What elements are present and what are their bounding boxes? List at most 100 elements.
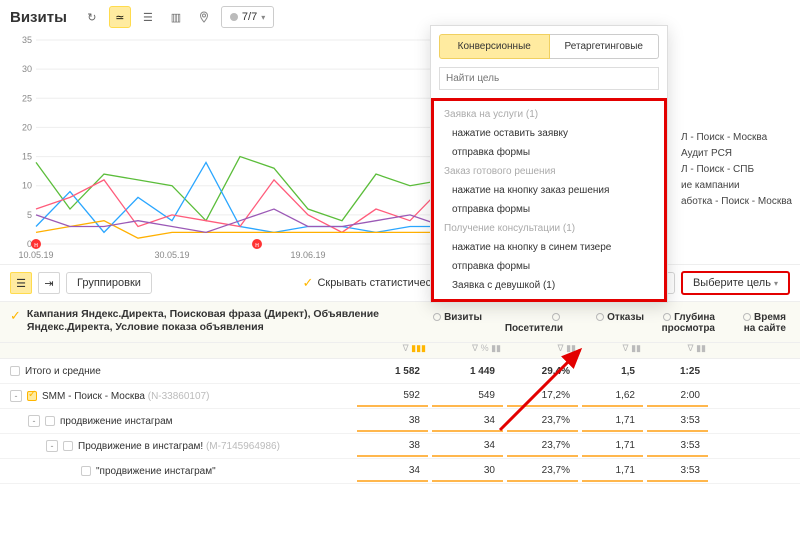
legend-item[interactable]: Л - Поиск - Москва bbox=[681, 130, 792, 146]
cell-visits: 34 bbox=[357, 461, 428, 482]
svg-text:н: н bbox=[34, 242, 38, 249]
expand-toggle[interactable]: - bbox=[28, 415, 40, 427]
line-chart-svg: 0510152025303510.05.1930.05.1919.06.1909… bbox=[10, 34, 450, 264]
svg-text:н: н bbox=[255, 242, 259, 249]
row-checkbox[interactable] bbox=[63, 441, 73, 451]
cell-time: 3:53 bbox=[647, 411, 708, 432]
table-subheader: ∇ ▮▮▮ ∇ % ▮▮ ∇ ▮▮ ∇ ▮▮ ∇ ▮▮ bbox=[0, 343, 800, 359]
cell-bounce: 23,7% bbox=[507, 411, 578, 432]
cell-visitors: 1 449 bbox=[432, 362, 503, 381]
filter-icon[interactable]: ∇ bbox=[472, 343, 478, 353]
cell-visitors: 34 bbox=[432, 411, 503, 432]
chevron-down-icon: ▾ bbox=[261, 13, 265, 22]
goal-search-input[interactable] bbox=[439, 67, 659, 90]
cell-visitors: 30 bbox=[432, 461, 503, 482]
legend-item[interactable]: Л - Поиск - СПБ bbox=[681, 162, 792, 178]
stats-table: ✓ Кампания Яндекс.Директа, Поисковая фра… bbox=[0, 301, 800, 484]
chart-line-icon[interactable]: ≃ bbox=[109, 6, 131, 28]
goal-item[interactable]: нажатие на кнопку заказ решения bbox=[434, 181, 664, 200]
top-toolbar: Визиты ↻ ≃ ☰ ▥ 7/7 ▾ bbox=[0, 0, 800, 34]
check-icon: ✓ bbox=[303, 275, 314, 291]
cell-time: 3:53 bbox=[647, 461, 708, 482]
row-checkbox[interactable] bbox=[27, 391, 37, 401]
legend-item[interactable]: ие кампании bbox=[681, 178, 792, 194]
chart-stacked-icon[interactable]: ▥ bbox=[165, 6, 187, 28]
goal-item[interactable]: отправка формы bbox=[434, 143, 664, 162]
cell-bounce: 17,2% bbox=[507, 386, 578, 407]
chevron-down-icon: ▾ bbox=[774, 279, 778, 288]
table-row: -SMM - Поиск - Москва (N-33860107) 592 5… bbox=[0, 384, 800, 409]
cell-depth: 1,5 bbox=[582, 362, 643, 381]
cell-bounce: 23,7% bbox=[507, 461, 578, 482]
filter-icon[interactable]: ∇ bbox=[688, 343, 694, 353]
chart-bars-icon[interactable]: ☰ bbox=[137, 6, 159, 28]
view-tree-icon[interactable]: ⇥ bbox=[38, 272, 60, 294]
cell-time: 3:53 bbox=[647, 436, 708, 457]
goal-item[interactable]: отправка формы bbox=[434, 200, 664, 219]
cell-time: 1:25 bbox=[647, 362, 708, 381]
filter-icon[interactable]: ∇ bbox=[558, 343, 564, 353]
sort-icon[interactable]: ▮▮ bbox=[631, 343, 641, 353]
cell-time: 2:00 bbox=[647, 386, 708, 407]
page-title: Визиты bbox=[10, 9, 67, 26]
cell-visits: 38 bbox=[357, 411, 428, 432]
cell-depth: 1,71 bbox=[582, 436, 643, 457]
cell-visits: 1 582 bbox=[357, 362, 428, 381]
goal-item[interactable]: Заявка с девушкой (1) bbox=[434, 276, 664, 295]
tab-conversion[interactable]: Конверсионные bbox=[439, 34, 550, 59]
check-icon: ✓ bbox=[10, 308, 21, 324]
goal-category: Заказ готового решения bbox=[434, 162, 664, 181]
svg-text:10: 10 bbox=[22, 181, 32, 191]
expand-toggle[interactable]: - bbox=[10, 390, 22, 402]
sort-icon[interactable]: ▮▮ bbox=[491, 343, 501, 353]
svg-text:19.06.19: 19.06.19 bbox=[290, 250, 325, 260]
col-visits[interactable]: Визиты bbox=[444, 312, 482, 323]
groupings-button[interactable]: Группировки bbox=[66, 272, 152, 294]
sort-icon[interactable]: ▮▮ bbox=[696, 343, 706, 353]
map-icon[interactable] bbox=[193, 6, 215, 28]
expand-toggle[interactable]: - bbox=[46, 440, 58, 452]
cell-depth: 1,62 bbox=[582, 386, 643, 407]
cell-bounce: 23,7% bbox=[507, 436, 578, 457]
filter-icon[interactable]: ∇ bbox=[403, 343, 409, 353]
svg-text:25: 25 bbox=[22, 93, 32, 103]
goals-popup: Конверсионные Ретаргетинговые Заявка на … bbox=[430, 25, 668, 303]
col-visitors[interactable]: Посетители bbox=[505, 323, 563, 334]
goal-item[interactable]: отправка формы bbox=[434, 257, 664, 276]
goal-category: Получение консультации (1) bbox=[434, 219, 664, 238]
row-checkbox[interactable] bbox=[45, 416, 55, 426]
cell-visitors: 549 bbox=[432, 386, 503, 407]
row-checkbox[interactable] bbox=[10, 366, 20, 376]
legend-item[interactable]: Аудит РСЯ bbox=[681, 146, 792, 162]
col-bounce[interactable]: Отказы bbox=[607, 312, 644, 323]
svg-text:15: 15 bbox=[22, 152, 32, 162]
view-list-icon[interactable]: ☰ bbox=[10, 272, 32, 294]
table-toolbar: ☰ ⇥ Группировки ✓ Скрывать статистически… bbox=[0, 264, 800, 301]
cell-visits: 592 bbox=[357, 386, 428, 407]
refresh-icon[interactable]: ↻ bbox=[81, 6, 103, 28]
svg-text:35: 35 bbox=[22, 35, 32, 45]
filter-icon[interactable]: ∇ bbox=[623, 343, 629, 353]
cell-depth: 1,71 bbox=[582, 461, 643, 482]
legend-item[interactable]: аботка - Поиск - Москва bbox=[681, 194, 792, 210]
grouping-header: Кампания Яндекс.Директа, Поисковая фраза… bbox=[27, 308, 405, 334]
page-selector[interactable]: 7/7 ▾ bbox=[221, 6, 274, 28]
svg-text:5: 5 bbox=[27, 210, 32, 220]
page-count: 7/7 bbox=[242, 11, 257, 23]
choose-goal-button[interactable]: Выберите цель ▾ bbox=[681, 271, 790, 295]
table-row: -Продвижение в инстаграм! (M-7145964986)… bbox=[0, 434, 800, 459]
sort-icon[interactable]: ▮▮▮ bbox=[411, 343, 426, 353]
goal-item[interactable]: нажатие оставить заявку bbox=[434, 124, 664, 143]
svg-text:30.05.19: 30.05.19 bbox=[154, 250, 189, 260]
table-row: -продвижение инстаграм 38 34 23,7% 1,71 … bbox=[0, 409, 800, 434]
tab-retargeting[interactable]: Ретаргетинговые bbox=[550, 34, 660, 59]
sort-icon[interactable]: ▮▮ bbox=[566, 343, 576, 353]
row-checkbox[interactable] bbox=[81, 466, 91, 476]
chart-legend: Л - Поиск - МоскваАудит РСЯЛ - Поиск - С… bbox=[681, 130, 792, 210]
visits-chart: 0510152025303510.05.1930.05.1919.06.1909… bbox=[10, 34, 450, 264]
cell-depth: 1,71 bbox=[582, 411, 643, 432]
table-row: "продвижение инстаграм" 34 30 23,7% 1,71… bbox=[0, 459, 800, 484]
svg-text:30: 30 bbox=[22, 64, 32, 74]
table-row: Итого и средние 1 582 1 449 29,4% 1,5 1:… bbox=[0, 359, 800, 384]
goal-item[interactable]: нажатие на кнопку в синем тизере bbox=[434, 238, 664, 257]
